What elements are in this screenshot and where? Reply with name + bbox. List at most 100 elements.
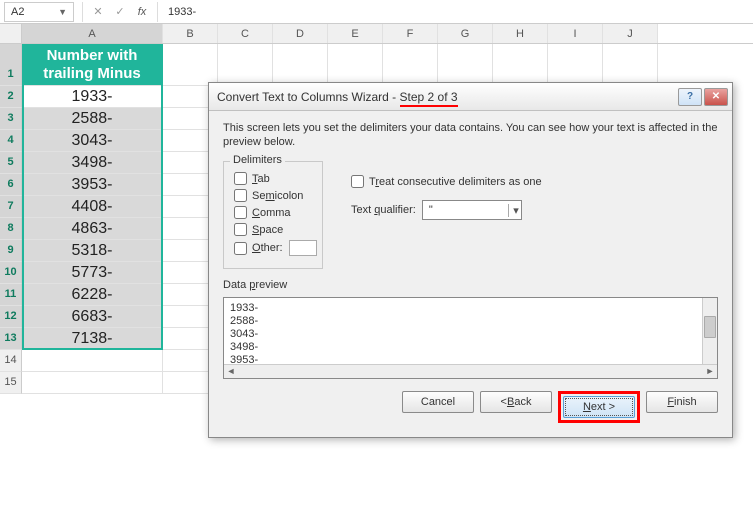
row-header[interactable]: 7 xyxy=(0,196,22,218)
cell[interactable] xyxy=(163,44,218,86)
cell[interactable] xyxy=(548,44,603,86)
comma-checkbox[interactable] xyxy=(234,206,247,219)
chevron-down-icon[interactable]: ▼ xyxy=(58,7,67,17)
data-cell[interactable]: 3498- xyxy=(22,152,163,174)
data-preview: 1933-2588-3043-3498-3953- ◄ ► xyxy=(223,297,718,379)
name-box[interactable]: A2 ▼ xyxy=(4,2,74,22)
scroll-left-icon[interactable]: ◄ xyxy=(224,365,238,378)
qualifier-value: " xyxy=(429,204,433,216)
cell[interactable] xyxy=(383,44,438,86)
table-header-cell[interactable]: Number withtrailing Minus xyxy=(22,44,163,86)
treat-consecutive[interactable]: Treat consecutive delimiters as one xyxy=(351,175,542,188)
scroll-right-icon[interactable]: ► xyxy=(703,365,717,378)
other-checkbox[interactable] xyxy=(234,242,247,255)
row-header[interactable]: 14 xyxy=(0,350,22,372)
data-cell[interactable]: 1933- xyxy=(22,86,163,108)
semicolon-checkbox[interactable] xyxy=(234,189,247,202)
column-header[interactable]: B xyxy=(163,24,218,43)
delimiters-groupbox: Delimiters Tab Semicolon Comma Space Oth… xyxy=(223,161,323,269)
column-header[interactable]: H xyxy=(493,24,548,43)
cell[interactable] xyxy=(493,44,548,86)
data-cell[interactable]: 3043- xyxy=(22,130,163,152)
formula-bar: A2 ▼ ✕ ✓ fx 1933- xyxy=(0,0,753,24)
finish-button[interactable]: Finish xyxy=(646,391,718,413)
qualifier-select[interactable]: " ▾ xyxy=(422,200,522,220)
row-header[interactable]: 6 xyxy=(0,174,22,196)
data-cell[interactable]: 4863- xyxy=(22,218,163,240)
data-cell[interactable]: 3953- xyxy=(22,174,163,196)
row-header[interactable]: 13 xyxy=(0,328,22,350)
title-step: Step 2 of 3 xyxy=(400,90,458,107)
other-input[interactable] xyxy=(289,240,317,256)
row-header[interactable]: 12 xyxy=(0,306,22,328)
cell[interactable] xyxy=(273,44,328,86)
delimiter-comma[interactable]: Comma xyxy=(234,206,312,219)
chevron-down-icon[interactable]: ▾ xyxy=(508,204,519,217)
confirm-formula-icon[interactable]: ✓ xyxy=(110,2,130,22)
column-header[interactable]: J xyxy=(603,24,658,43)
cancel-button[interactable]: Cancel xyxy=(402,391,474,413)
space-checkbox[interactable] xyxy=(234,223,247,236)
delimiters-label: Delimiters xyxy=(230,154,285,166)
row-header[interactable]: 2 xyxy=(0,86,22,108)
cancel-formula-icon[interactable]: ✕ xyxy=(88,2,108,22)
data-cell[interactable]: 4408- xyxy=(22,196,163,218)
title-prefix: Convert Text to Columns Wizard - xyxy=(217,90,400,104)
treat-consecutive-checkbox[interactable] xyxy=(351,175,364,188)
row-header[interactable]: 3 xyxy=(0,108,22,130)
next-button-highlight: Next > xyxy=(558,391,640,423)
tab-checkbox[interactable] xyxy=(234,172,247,185)
fx-icon[interactable]: fx xyxy=(132,2,152,22)
horizontal-scrollbar[interactable]: ◄ ► xyxy=(224,364,717,378)
column-header[interactable]: E xyxy=(328,24,383,43)
select-all-corner[interactable] xyxy=(0,24,22,43)
formula-value[interactable]: 1933- xyxy=(162,6,202,18)
close-button[interactable]: ✕ xyxy=(704,88,728,106)
preview-label: Data preview xyxy=(223,279,718,291)
column-header[interactable]: C xyxy=(218,24,273,43)
cell[interactable] xyxy=(603,44,658,86)
row-header[interactable]: 1 xyxy=(0,44,22,86)
column-header[interactable]: F xyxy=(383,24,438,43)
row-header[interactable]: 9 xyxy=(0,240,22,262)
help-button[interactable]: ? xyxy=(678,88,702,106)
data-cell[interactable]: 5318- xyxy=(22,240,163,262)
cell[interactable] xyxy=(22,350,163,372)
column-header[interactable]: G xyxy=(438,24,493,43)
back-button[interactable]: < Back xyxy=(480,391,552,413)
cell[interactable] xyxy=(328,44,383,86)
cell[interactable] xyxy=(218,44,273,86)
dialog-description: This screen lets you set the delimiters … xyxy=(223,121,718,149)
row-header[interactable]: 5 xyxy=(0,152,22,174)
row-header[interactable]: 11 xyxy=(0,284,22,306)
row-header[interactable]: 4 xyxy=(0,130,22,152)
delimiter-tab[interactable]: Tab xyxy=(234,172,312,185)
delimiter-other[interactable]: Other: xyxy=(234,240,312,256)
data-cell[interactable]: 6683- xyxy=(22,306,163,328)
delimiter-semicolon[interactable]: Semicolon xyxy=(234,189,312,202)
preview-line: 1933- xyxy=(230,302,717,315)
cell[interactable] xyxy=(438,44,493,86)
data-cell[interactable]: 5773- xyxy=(22,262,163,284)
column-header[interactable]: I xyxy=(548,24,603,43)
scrollbar-thumb[interactable] xyxy=(704,316,716,338)
dialog-titlebar[interactable]: Convert Text to Columns Wizard - Step 2 … xyxy=(209,83,732,111)
separator xyxy=(157,2,158,22)
row-header[interactable]: 10 xyxy=(0,262,22,284)
preview-line: 2588- xyxy=(230,315,717,328)
preview-line: 3043- xyxy=(230,328,717,341)
data-cell[interactable]: 2588- xyxy=(22,108,163,130)
next-button[interactable]: Next > xyxy=(563,396,635,418)
data-cell[interactable]: 6228- xyxy=(22,284,163,306)
column-header[interactable]: A xyxy=(22,24,163,43)
row-header[interactable]: 8 xyxy=(0,218,22,240)
vertical-scrollbar[interactable] xyxy=(702,298,717,364)
column-header[interactable]: D xyxy=(273,24,328,43)
data-cell[interactable]: 7138- xyxy=(22,328,163,350)
cell[interactable] xyxy=(22,372,163,394)
column-header-row: A B C D E F G H I J xyxy=(0,24,753,44)
delimiter-options: Treat consecutive delimiters as one Text… xyxy=(351,175,542,220)
row-header[interactable]: 15 xyxy=(0,372,22,394)
name-box-value: A2 xyxy=(11,6,24,18)
delimiter-space[interactable]: Space xyxy=(234,223,312,236)
